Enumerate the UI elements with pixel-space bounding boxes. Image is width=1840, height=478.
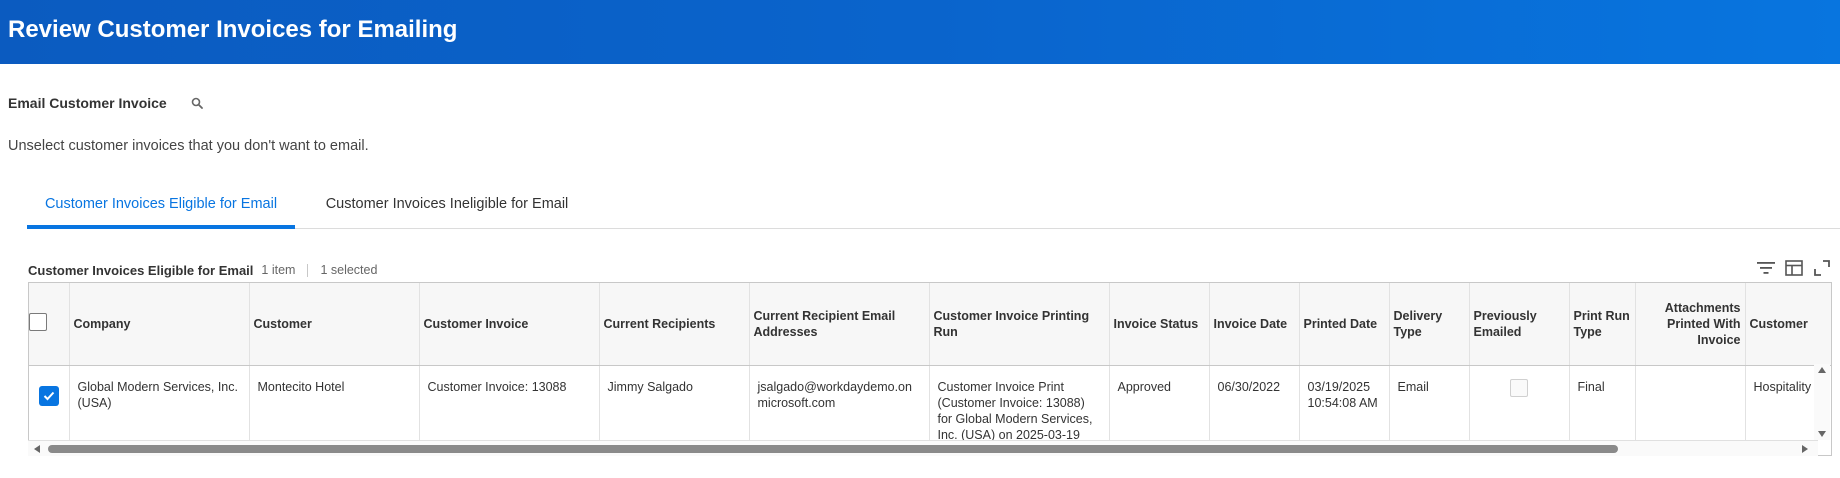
table-row: Global Modern Services, Inc. (USA) Monte…	[29, 365, 1831, 443]
grid-title: Customer Invoices Eligible for Email	[28, 262, 254, 278]
scroll-right-icon[interactable]	[1800, 444, 1810, 454]
row-select-checkbox[interactable]	[38, 385, 59, 406]
col-header-customer-invoice[interactable]: Customer Invoice	[419, 283, 600, 366]
select-all-checkbox[interactable]	[29, 312, 47, 331]
grid-separator	[307, 263, 309, 277]
scroll-down-icon[interactable]	[1817, 430, 1827, 438]
cell-attachments	[1635, 365, 1746, 443]
fullscreen-icon[interactable]	[1812, 258, 1832, 278]
cell-printing-run[interactable]: Customer Invoice Print (Customer Invoice…	[929, 365, 1110, 443]
col-header-invoice-date[interactable]: Invoice Date	[1209, 283, 1300, 366]
tab-ineligible[interactable]: Customer Invoices Ineligible for Email	[313, 186, 581, 229]
col-header-printed-date[interactable]: Printed Date	[1299, 283, 1390, 366]
invoices-table: Company Customer Customer Invoice Curren…	[29, 283, 1831, 443]
horizontal-scrollbar[interactable]	[28, 440, 1818, 456]
col-header-customer[interactable]: Customer	[249, 283, 420, 366]
page-header: Review Customer Invoices for Emailing	[0, 0, 1840, 64]
filter-icon[interactable]	[1756, 258, 1776, 278]
col-header-email-addresses[interactable]: Current Recipient Email Addresses	[749, 283, 930, 366]
instructions-text: Unselect customer invoices that you don'…	[8, 138, 369, 154]
grid-meta: Customer Invoices Eligible for Email 1 i…	[28, 261, 377, 279]
col-header-printing-run[interactable]: Customer Invoice Printing Run	[929, 283, 1110, 366]
cell-print-run-type: Final	[1569, 365, 1636, 443]
cell-printed-date: 03/19/2025 10:54:08 AM	[1299, 365, 1390, 443]
invoices-grid: Company Customer Customer Invoice Curren…	[28, 282, 1832, 456]
vertical-scrollbar[interactable]	[1814, 364, 1830, 440]
task-name: Email Customer Invoice	[8, 95, 167, 111]
scroll-up-icon[interactable]	[1817, 366, 1827, 374]
search-icon[interactable]	[189, 95, 205, 111]
cell-customer[interactable]: Montecito Hotel	[249, 365, 420, 443]
cell-current-recipients[interactable]: Jimmy Salgado	[599, 365, 750, 443]
scroll-left-icon[interactable]	[32, 444, 42, 454]
task-row: Email Customer Invoice	[8, 93, 205, 113]
tab-eligible[interactable]: Customer Invoices Eligible for Email	[27, 186, 295, 229]
cell-invoice-date: 06/30/2022	[1209, 365, 1300, 443]
col-header-company[interactable]: Company	[69, 283, 250, 366]
row-select-cell	[29, 365, 70, 443]
col-header-delivery-type[interactable]: Delivery Type	[1389, 283, 1470, 366]
previously-emailed-checkbox	[1510, 378, 1528, 397]
tab-bar: Customer Invoices Eligible for Email Cus…	[27, 186, 1840, 229]
cell-previously-emailed	[1469, 365, 1570, 443]
cell-invoice-status: Approved	[1109, 365, 1210, 443]
select-all-header	[29, 283, 70, 366]
check-icon	[43, 391, 54, 400]
grid-toolbar	[1756, 258, 1832, 278]
grid-selected-count: 1 selected	[320, 263, 378, 277]
columns-icon[interactable]	[1784, 258, 1804, 278]
horizontal-scroll-thumb[interactable]	[48, 445, 1618, 453]
grid-item-count: 1 item	[261, 263, 296, 277]
cell-email-addresses: jsalgado@workdaydemo.onmicrosoft.com	[749, 365, 930, 443]
col-header-invoice-status[interactable]: Invoice Status	[1109, 283, 1210, 366]
col-header-print-run-type[interactable]: Print Run Type	[1569, 283, 1636, 366]
page-title: Review Customer Invoices for Emailing	[8, 16, 458, 43]
col-header-attachments[interactable]: Attachments Printed With Invoice	[1635, 283, 1746, 366]
cell-company: Global Modern Services, Inc. (USA)	[69, 365, 250, 443]
col-header-customer-category[interactable]: Customer	[1745, 283, 1831, 366]
col-header-previously-emailed[interactable]: Previously Emailed	[1469, 283, 1570, 366]
cell-customer-invoice[interactable]: Customer Invoice: 13088	[419, 365, 600, 443]
header-row: Company Customer Customer Invoice Curren…	[29, 283, 1831, 366]
cell-delivery-type: Email	[1389, 365, 1470, 443]
col-header-current-recipients[interactable]: Current Recipients	[599, 283, 750, 366]
